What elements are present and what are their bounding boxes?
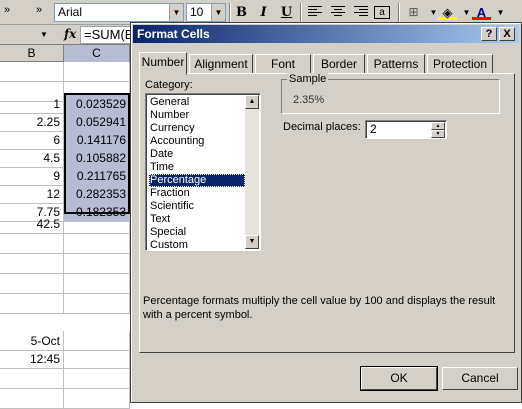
dialog-title-bar[interactable]: Format Cells ? X (133, 25, 519, 43)
list-item[interactable]: Fraction (149, 187, 245, 200)
font-name-combo[interactable]: Arial ▼ (54, 3, 184, 22)
toolbar-separator (229, 3, 231, 22)
cell-b[interactable] (0, 369, 64, 389)
cell-b[interactable]: 1 (0, 94, 64, 114)
font-color-icon[interactable]: A (472, 4, 491, 20)
list-item[interactable]: Date (149, 148, 245, 161)
tab-border[interactable]: Border (313, 54, 365, 74)
cell-b[interactable]: 9 (0, 166, 64, 186)
chevron-down-icon[interactable]: ▼ (169, 4, 183, 21)
cell-b[interactable]: 4.5 (0, 148, 64, 168)
font-size-value: 10 (190, 5, 204, 19)
align-left-icon[interactable] (308, 6, 322, 18)
list-item-selected[interactable]: Percentage (149, 174, 245, 187)
chevron-down-icon[interactable]: ▼ (40, 30, 48, 39)
cell-b[interactable]: 12:45 (0, 349, 64, 369)
list-item[interactable]: Custom (149, 239, 245, 252)
cell-b[interactable] (0, 294, 64, 314)
cell-b[interactable] (0, 234, 64, 254)
fill-color-icon[interactable]: ◈ (438, 4, 457, 20)
format-cells-dialog: Format Cells ? X Number Alignment Font B… (130, 22, 522, 403)
list-item[interactable]: Number (149, 109, 245, 122)
dialog-title: Format Cells (137, 27, 210, 41)
toolbar-separator (300, 3, 302, 22)
ok-button[interactable]: OK (360, 366, 438, 391)
cell-c[interactable] (64, 254, 130, 274)
cell-b[interactable]: 5-Oct (0, 331, 64, 351)
cell-b[interactable] (0, 254, 64, 274)
sample-value: 2.35% (293, 94, 325, 106)
list-item[interactable]: Scientific (149, 200, 245, 213)
cell-b[interactable] (0, 389, 64, 409)
merge-center-icon[interactable]: a (374, 6, 390, 19)
font-size-combo[interactable]: 10 ▼ (186, 3, 226, 22)
align-center-icon[interactable] (331, 6, 345, 18)
list-item[interactable]: Special (149, 226, 245, 239)
category-scrollbar[interactable]: ▲ ▼ (245, 95, 259, 249)
cell-c[interactable] (64, 294, 130, 314)
cell-b[interactable]: 12 (0, 184, 64, 204)
cell-c[interactable] (64, 349, 130, 369)
chevron-right-icon[interactable]: » (4, 4, 10, 16)
cell-c[interactable] (64, 274, 130, 294)
cancel-button[interactable]: Cancel (442, 367, 518, 390)
font-name-value: Arial (58, 5, 83, 19)
column-header-b[interactable]: B (0, 45, 64, 62)
tab-number[interactable]: Number (139, 52, 187, 75)
list-item[interactable]: Text (149, 213, 245, 226)
sample-label: Sample (287, 73, 329, 85)
list-item[interactable]: Time (149, 161, 245, 174)
italic-icon[interactable]: I (254, 4, 273, 21)
cell-c[interactable] (64, 234, 130, 254)
chevron-down-icon[interactable]: ▼ (211, 4, 225, 21)
cell-c[interactable] (64, 369, 130, 389)
cell-b[interactable] (0, 62, 64, 82)
underline-icon[interactable]: U (277, 4, 296, 21)
decimal-places-stepper[interactable]: 2 ▲ ▼ (365, 120, 447, 139)
cell-b[interactable]: 42.5 (0, 214, 64, 234)
cell-c[interactable] (64, 214, 130, 234)
tab-patterns[interactable]: Patterns (367, 54, 425, 74)
tab-alignment[interactable]: Alignment (189, 54, 253, 74)
chevron-right-icon[interactable]: » (36, 4, 42, 16)
tab-font[interactable]: Font (255, 54, 311, 74)
toolbar-separator (398, 3, 400, 22)
cell-c[interactable] (64, 331, 130, 351)
column-header-c[interactable]: C (64, 45, 130, 62)
list-item[interactable]: Accounting (149, 135, 245, 148)
align-right-icon[interactable] (354, 6, 368, 18)
close-button[interactable]: X (499, 27, 515, 41)
category-listbox[interactable]: General Number Currency Accounting Date … (145, 93, 261, 251)
scroll-up-icon[interactable]: ▲ (245, 95, 259, 109)
tab-protection[interactable]: Protection (427, 54, 493, 74)
borders-icon[interactable]: ⊞ (404, 4, 423, 21)
insert-function-icon[interactable]: fx (64, 27, 76, 41)
decimal-places-label: Decimal places: (283, 121, 361, 133)
scroll-down-icon[interactable]: ▼ (245, 235, 259, 249)
chevron-down-icon[interactable]: ▼ (491, 4, 510, 21)
format-description: Percentage formats multiply the cell val… (143, 295, 496, 321)
cell-b[interactable]: 6 (0, 130, 64, 150)
decimal-places-value: 2 (370, 122, 377, 136)
list-item[interactable]: Currency (149, 122, 245, 135)
spin-up-icon[interactable]: ▲ (431, 122, 445, 130)
cell-b[interactable]: 2.25 (0, 112, 64, 132)
cell-b[interactable] (0, 274, 64, 294)
cell-c[interactable] (64, 62, 130, 82)
list-item[interactable]: General (149, 96, 245, 109)
category-label: Category: (145, 79, 193, 91)
bold-icon[interactable]: B (232, 4, 251, 21)
cell-c[interactable] (64, 389, 130, 409)
help-button[interactable]: ? (481, 27, 497, 41)
spin-down-icon[interactable]: ▼ (431, 130, 445, 138)
selection-border (64, 93, 130, 214)
